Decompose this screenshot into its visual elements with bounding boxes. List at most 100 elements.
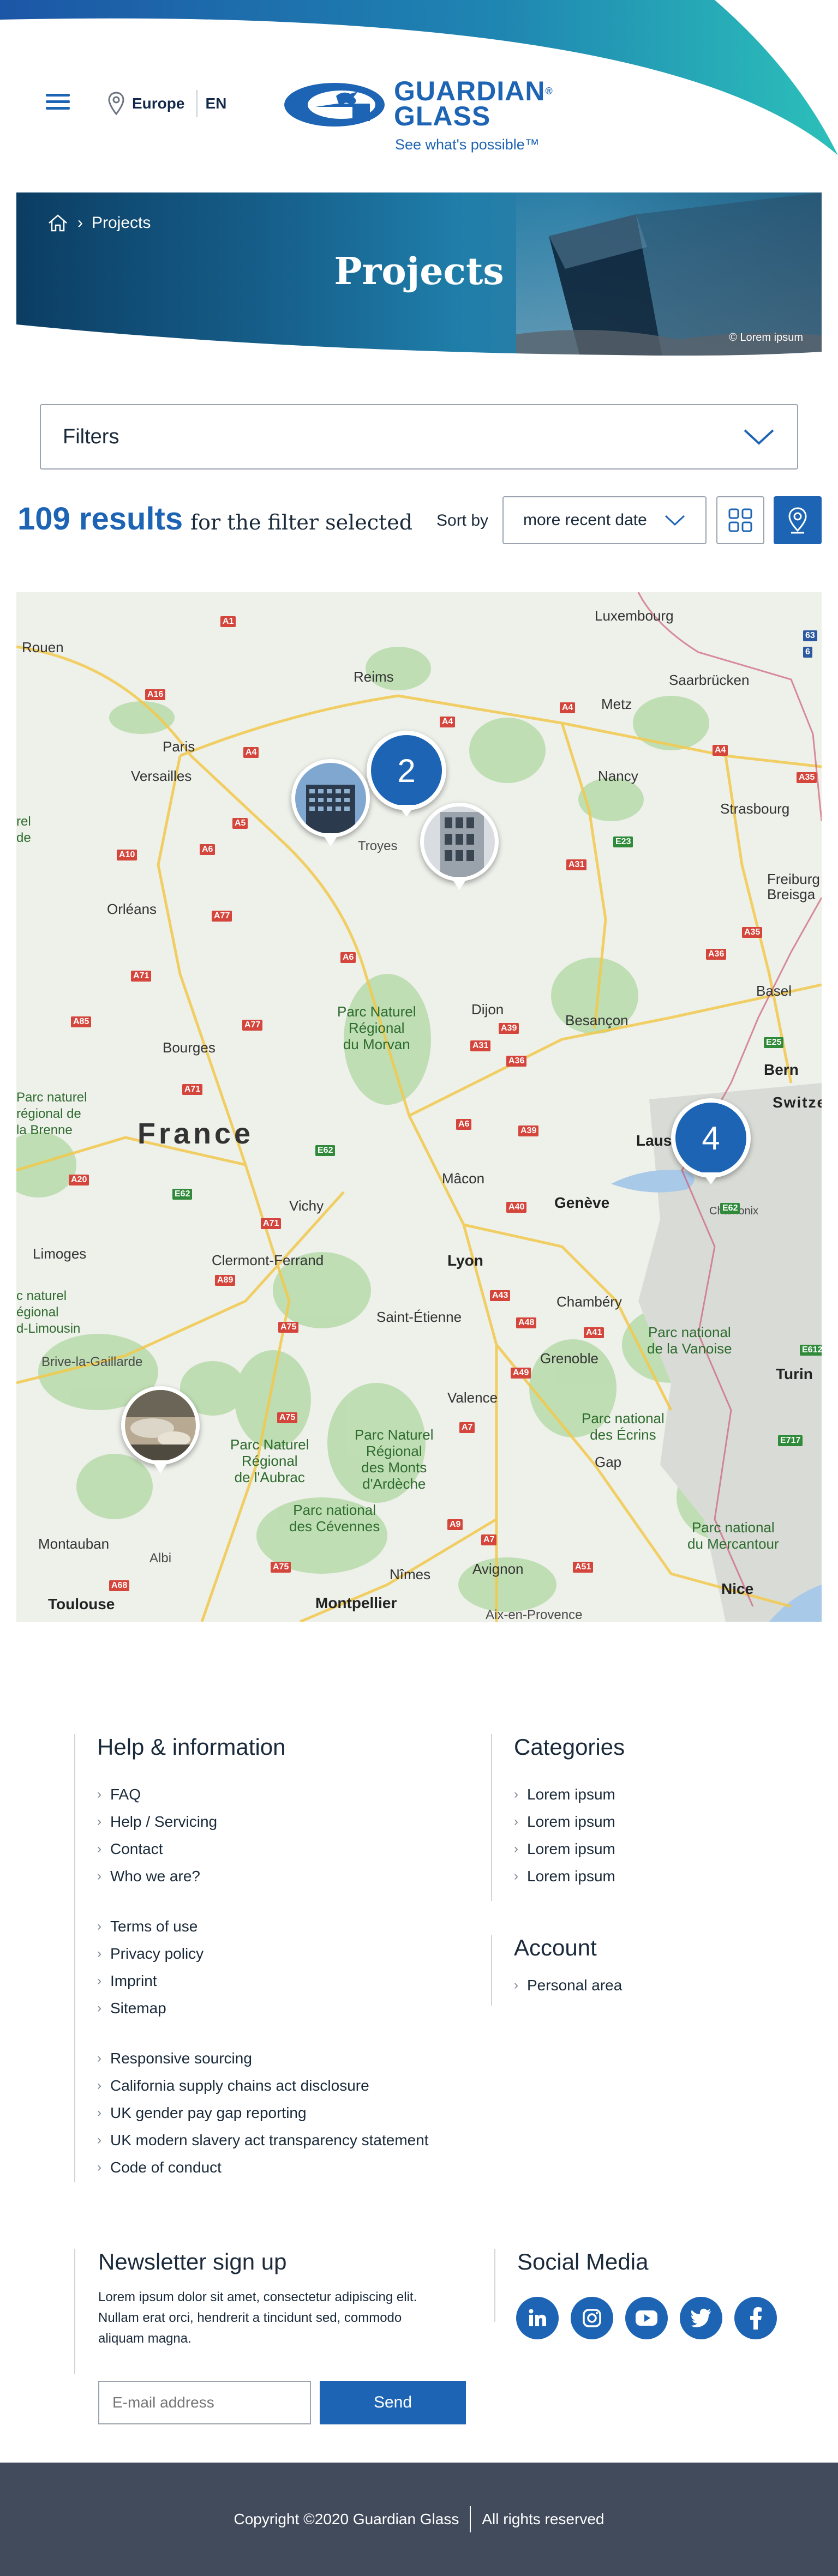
categories-title: Categories [514, 1734, 625, 1760]
projects-map[interactable]: Rouen Paris Versailles Reims Troyes Metz… [16, 592, 822, 1622]
map-label-grenoble: Grenoble [540, 1350, 598, 1367]
road-shield: A39 [518, 1126, 539, 1136]
footer-link-gender-pay[interactable]: › UK gender pay gap reporting [97, 2099, 429, 2127]
footer-link-label: Lorem ipsum [527, 1786, 615, 1803]
road-shield: A6 [456, 1119, 472, 1130]
footer-link-code-of-conduct[interactable]: › Code of conduct [97, 2154, 429, 2181]
footer-link-category[interactable]: › Lorem ipsum [514, 1863, 625, 1890]
chevron-right-icon: › [514, 1869, 518, 1883]
map-park-ardeche: Parc Naturel Régional des Monts d'Ardèch… [355, 1427, 434, 1492]
footer-link-california[interactable]: › California supply chains act disclosure [97, 2072, 429, 2099]
footer-link-imprint[interactable]: › Imprint [97, 1967, 429, 1995]
road-shield: A41 [584, 1327, 604, 1338]
project-photo-marker[interactable] [121, 1386, 200, 1478]
footer-link-help[interactable]: › Help / Servicing [97, 1808, 429, 1835]
instagram-icon[interactable] [571, 2297, 613, 2339]
map-label-montauban: Montauban [38, 1536, 110, 1552]
results-summary: 109 results for the filter selected [17, 501, 412, 537]
guardian-glass-logo[interactable]: GUARDIAN® GLASS See what's possible™ [283, 75, 555, 157]
map-label-rel: rel de [16, 814, 31, 845]
menu-burger-icon[interactable] [46, 94, 70, 113]
footer-link-personal-area[interactable]: › Personal area [514, 1972, 622, 1999]
map-cluster-marker[interactable]: 4 [671, 1098, 751, 1185]
chevron-right-icon: › [97, 2105, 101, 2120]
footer-link-privacy[interactable]: › Privacy policy [97, 1940, 429, 1967]
footer-link-label: Lorem ipsum [527, 1868, 615, 1885]
road-shield: A6 [340, 952, 356, 963]
chevron-right-icon: › [97, 2051, 101, 2066]
footer-link-terms[interactable]: › Terms of use [97, 1913, 429, 1940]
logo-line-glass: GLASS [394, 101, 491, 131]
road-shield: A85 [71, 1016, 92, 1027]
help-title: Help & information [97, 1734, 286, 1760]
footer-link-label: Terms of use [110, 1918, 198, 1935]
map-label-saint-etienne: Saint-Étienne [376, 1309, 462, 1325]
social-title: Social Media [517, 2249, 649, 2274]
chevron-right-icon: › [97, 2001, 101, 2015]
road-shield: A49 [511, 1368, 531, 1379]
map-label-limoges: Limoges [33, 1245, 87, 1262]
newsletter-title: Newsletter sign up [98, 2249, 287, 2274]
footer-link-faq[interactable]: › FAQ [97, 1781, 429, 1808]
map-pin-icon [788, 507, 807, 534]
project-photo-marker[interactable] [291, 759, 370, 851]
footer-link-category[interactable]: › Lorem ipsum [514, 1808, 625, 1835]
footer-link-sitemap[interactable]: › Sitemap [97, 1995, 429, 2022]
map-label-gap: Gap [595, 1454, 622, 1470]
sort-select[interactable]: more recent date [502, 496, 707, 544]
footer-link-category[interactable]: › Lorem ipsum [514, 1835, 625, 1863]
map-label-paris: Paris [163, 738, 195, 755]
road-shield: A75 [277, 1412, 298, 1423]
map-country-label: France [137, 1117, 254, 1150]
map-label-toulouse: Toulouse [48, 1596, 115, 1612]
map-park-morvan: Parc Naturel Régional du Morvan [337, 1003, 416, 1052]
road-shield: A77 [242, 1020, 263, 1031]
footer-link-label: Who we are? [110, 1868, 200, 1885]
map-view-button[interactable] [774, 496, 822, 544]
twitter-icon[interactable] [680, 2297, 722, 2339]
road-shield: A7 [481, 1534, 497, 1545]
road-shield: A71 [131, 971, 152, 982]
map-label-nancy: Nancy [598, 768, 638, 784]
filters-dropdown[interactable]: Filters [40, 404, 798, 470]
footer-link-category[interactable]: › Lorem ipsum [514, 1781, 625, 1808]
newsletter-email-input[interactable] [98, 2381, 311, 2424]
chevron-right-icon: › [97, 1841, 101, 1856]
home-icon[interactable] [47, 212, 69, 234]
logo-g-horse-icon [284, 83, 385, 127]
chevron-right-icon: › [97, 1814, 101, 1829]
newsletter-send-button[interactable]: Send [320, 2381, 466, 2424]
road-shield: A4 [713, 745, 728, 756]
language-label[interactable]: EN [205, 95, 226, 112]
grid-view-button[interactable] [716, 496, 764, 544]
linkedin-icon[interactable] [516, 2297, 559, 2339]
footer-link-who-we-are[interactable]: › Who we are? [97, 1863, 429, 1890]
road-shield: A10 [117, 850, 137, 860]
footer-link-modern-slavery[interactable]: › UK modern slavery act transparency stat… [97, 2127, 429, 2154]
map-label-brive: Brive-la-Gaillarde [41, 1355, 143, 1369]
footer-link-contact[interactable]: › Contact [97, 1835, 429, 1863]
map-park-aubrac: Parc Naturel Régional de l'Aubrac [230, 1436, 309, 1485]
road-shield: A36 [706, 949, 727, 960]
project-photo-marker[interactable] [420, 803, 499, 894]
road-shield: A51 [573, 1562, 594, 1573]
footer-social-column: Social Media [494, 2249, 649, 2322]
map-label-freiburg: Freiburg Breisga [767, 871, 820, 902]
footer-link-responsive-sourcing[interactable]: › Responsive sourcing [97, 2045, 429, 2072]
chevron-down-icon [665, 515, 685, 526]
map-label-limousin: c naturel égional d-Limousin [16, 1289, 81, 1336]
region-divider [196, 90, 198, 117]
map-label-reims: Reims [354, 669, 394, 685]
map-label-luxembourg: Luxembourg [595, 607, 674, 624]
chevron-right-icon: › [97, 1869, 101, 1883]
youtube-icon[interactable] [625, 2297, 668, 2339]
map-marker-tail [702, 1172, 720, 1184]
road-shield: E612 [800, 1345, 822, 1356]
chevron-down-icon [744, 429, 774, 445]
road-shield: A75 [271, 1562, 291, 1573]
region-selector[interactable]: Europe EN [108, 88, 226, 119]
breadcrumb-current: Projects [92, 214, 151, 232]
newsletter-description: Lorem ipsum dolor sit amet, consectetur … [98, 2290, 417, 2346]
footer-link-label: Sitemap [110, 2000, 166, 2017]
facebook-icon[interactable] [734, 2297, 777, 2339]
